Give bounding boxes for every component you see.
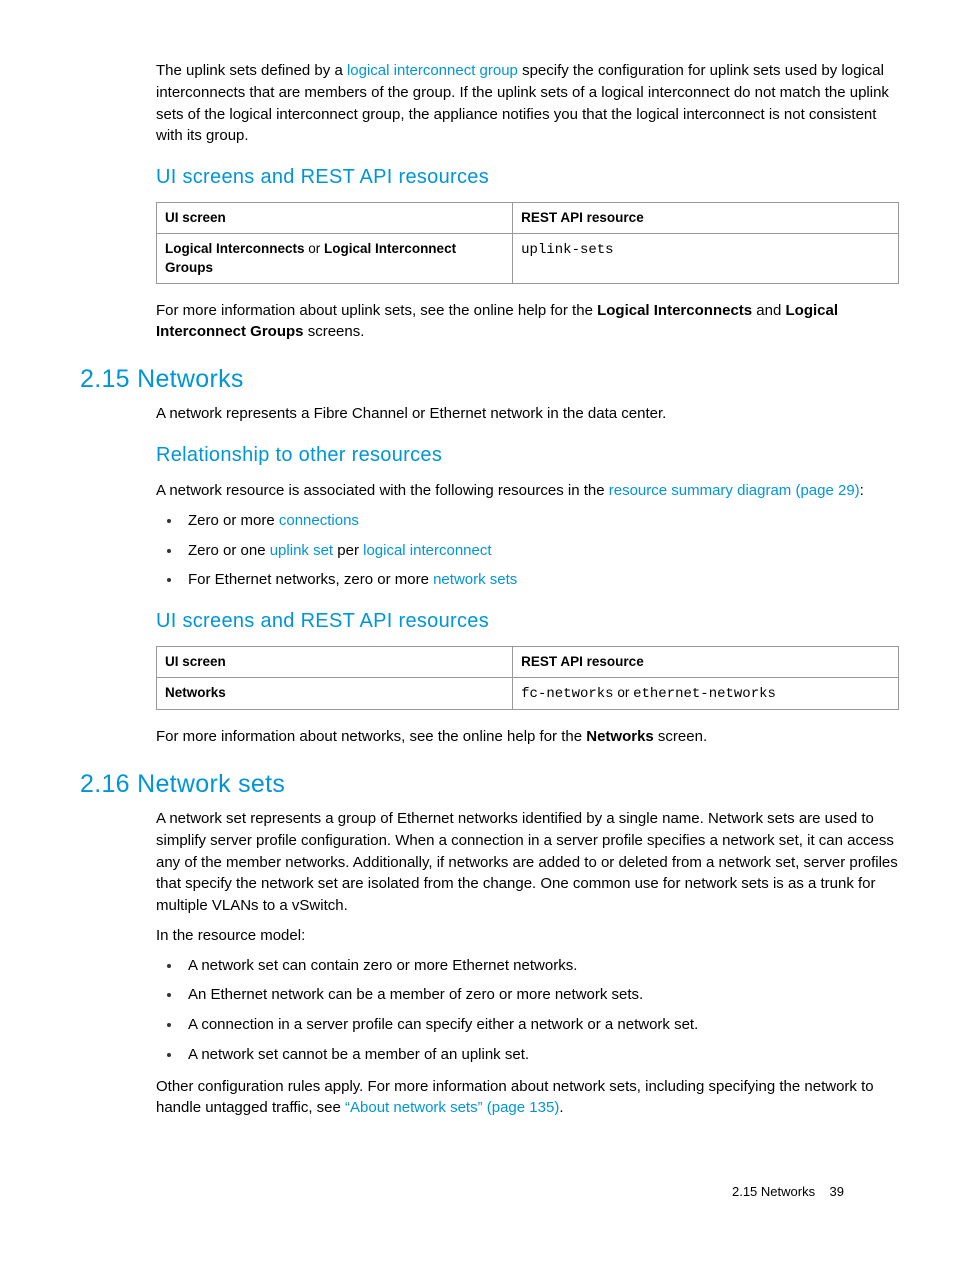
td-ui-b: Networks	[165, 685, 226, 700]
td-ui-screen: Networks	[157, 677, 513, 709]
heading-2-15-networks: 2.15 Networks	[80, 361, 899, 397]
mi2-post: screen.	[654, 728, 707, 745]
li1-pre: Zero or more	[188, 512, 279, 529]
th-ui-screen: UI screen	[157, 647, 513, 678]
td-ui-screen: Logical Interconnects or Logical Interco…	[157, 233, 513, 283]
more-info-2: For more information about networks, see…	[156, 726, 899, 748]
table-ui-rest-2: UI screen REST API resource Networks fc-…	[156, 646, 899, 710]
table-header-row: UI screen REST API resource	[157, 203, 899, 234]
p3-post: .	[559, 1099, 563, 1116]
li2-mid: per	[333, 542, 363, 559]
list-item: A network set cannot be a member of an u…	[182, 1044, 899, 1066]
sec215-list: Zero or more connections Zero or one upl…	[156, 510, 899, 591]
td-rest-api: fc-networks or ethernet-networks	[513, 677, 899, 709]
link-logical-interconnect[interactable]: logical interconnect	[363, 542, 491, 559]
list-item: For Ethernet networks, zero or more netw…	[182, 569, 899, 591]
heading-relationship: Relationship to other resources	[156, 441, 899, 470]
td-ui-mid: or	[305, 241, 325, 256]
page-footer: 2.15 Networks 39	[732, 1183, 844, 1202]
th-ui-screen: UI screen	[157, 203, 513, 234]
footer-page-number: 39	[830, 1184, 844, 1199]
mi1-mid: and	[752, 302, 785, 319]
intro-pre: The uplink sets defined by a	[156, 62, 347, 79]
heading-ui-rest-1: UI screens and REST API resources	[156, 163, 899, 192]
table-row: Networks fc-networks or ethernet-network…	[157, 677, 899, 709]
list-item: A connection in a server profile can spe…	[182, 1014, 899, 1036]
sec215-rel-p: A network resource is associated with th…	[156, 480, 899, 502]
heading-ui-rest-2: UI screens and REST API resources	[156, 607, 899, 636]
th-rest-api: REST API resource	[513, 647, 899, 678]
link-about-network-sets[interactable]: “About network sets” (page 135)	[345, 1099, 559, 1116]
link-connections[interactable]: connections	[279, 512, 359, 529]
footer-section: 2.15 Networks	[732, 1184, 815, 1199]
link-uplink-set[interactable]: uplink set	[270, 542, 333, 559]
mi1-pre: For more information about uplink sets, …	[156, 302, 597, 319]
td-api-mid: or	[614, 685, 634, 700]
table-header-row: UI screen REST API resource	[157, 647, 899, 678]
mi2-pre: For more information about networks, see…	[156, 728, 586, 745]
uplink-intro-paragraph: The uplink sets defined by a logical int…	[156, 60, 899, 147]
mi1-b1: Logical Interconnects	[597, 302, 752, 319]
table-row: Logical Interconnects or Logical Interco…	[157, 233, 899, 283]
link-resource-summary-diagram[interactable]: resource summary diagram (page 29)	[609, 482, 860, 499]
rel-post: :	[860, 482, 864, 499]
list-item: Zero or more connections	[182, 510, 899, 532]
li3-pre: For Ethernet networks, zero or more	[188, 571, 433, 588]
th-rest-api: REST API resource	[513, 203, 899, 234]
link-network-sets[interactable]: network sets	[433, 571, 517, 588]
heading-2-16-network-sets: 2.16 Network sets	[80, 766, 899, 802]
sec216-p1: A network set represents a group of Ethe…	[156, 808, 899, 917]
td-api-c1: fc-networks	[521, 686, 613, 702]
mi1-post: screens.	[304, 323, 365, 340]
sec216-p3: Other configuration rules apply. For mor…	[156, 1076, 899, 1120]
rel-pre: A network resource is associated with th…	[156, 482, 609, 499]
td-api-c2: ethernet-networks	[633, 686, 776, 702]
td-api-code: uplink-sets	[521, 242, 613, 258]
link-logical-interconnect-group[interactable]: logical interconnect group	[347, 62, 518, 79]
sec215-p1: A network represents a Fibre Channel or …	[156, 403, 899, 425]
td-ui-b1: Logical Interconnects	[165, 241, 305, 256]
mi2-b: Networks	[586, 728, 654, 745]
list-item: An Ethernet network can be a member of z…	[182, 984, 899, 1006]
list-item: Zero or one uplink set per logical inter…	[182, 540, 899, 562]
more-info-1: For more information about uplink sets, …	[156, 300, 899, 344]
td-rest-api: uplink-sets	[513, 233, 899, 283]
table-ui-rest-1: UI screen REST API resource Logical Inte…	[156, 202, 899, 284]
li2-pre: Zero or one	[188, 542, 270, 559]
list-item: A network set can contain zero or more E…	[182, 955, 899, 977]
sec216-list: A network set can contain zero or more E…	[156, 955, 899, 1066]
sec216-p2: In the resource model:	[156, 925, 899, 947]
